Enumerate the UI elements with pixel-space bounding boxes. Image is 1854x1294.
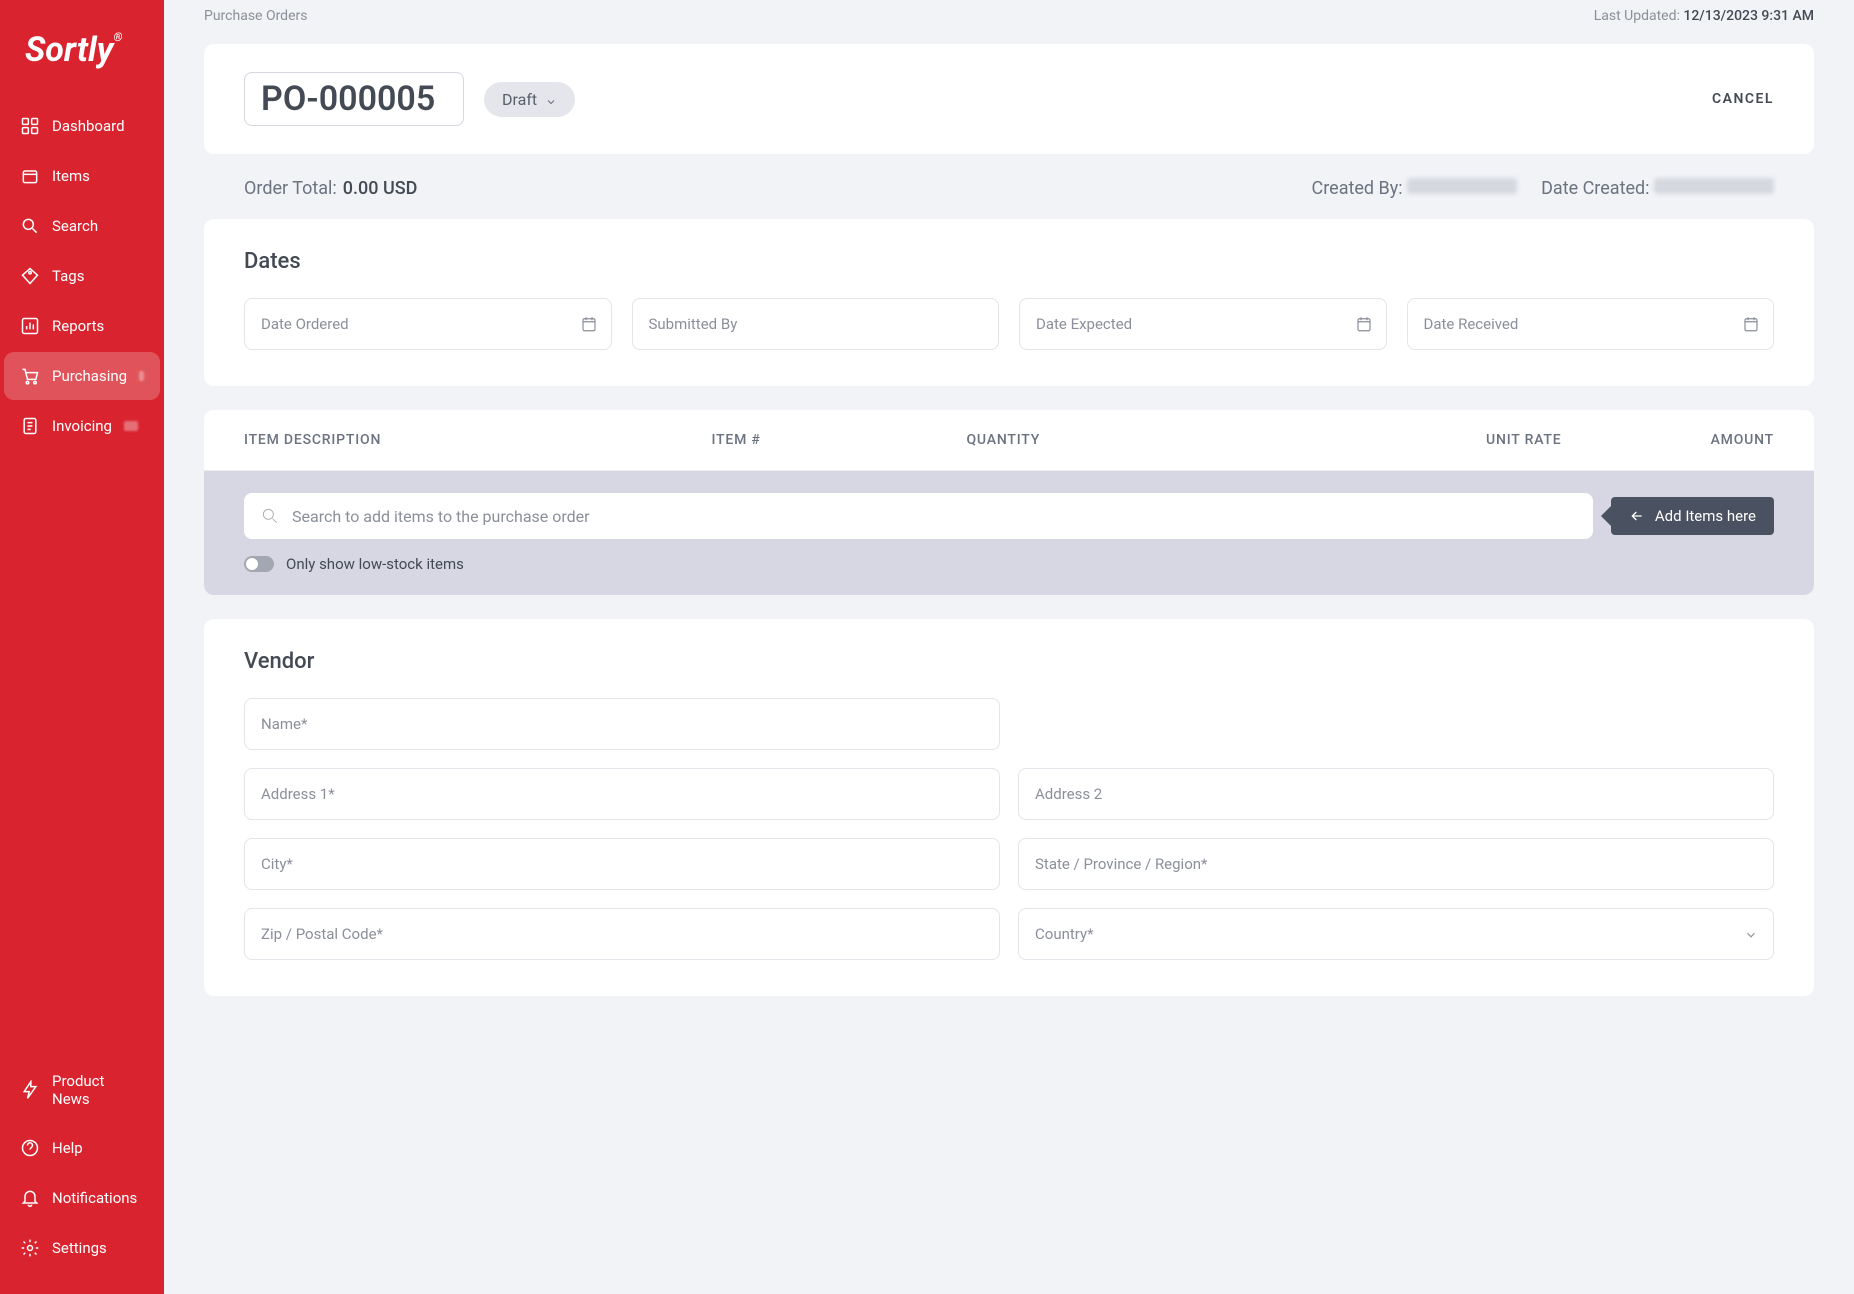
sidebar-item-label: Help (52, 1139, 83, 1157)
sidebar-item-notifications[interactable]: Notifications (4, 1174, 160, 1222)
cancel-button[interactable]: CANCEL (1712, 91, 1774, 107)
po-header-card: Draft CANCEL (204, 44, 1814, 154)
sidebar-item-label: Items (52, 167, 90, 185)
date-expected-input[interactable] (1019, 298, 1387, 350)
sidebar: Sortly® Dashboard Items Search Tags Repo… (0, 0, 164, 1294)
add-items-callout: Add Items here (1611, 497, 1774, 535)
submitted-by-input[interactable] (632, 298, 1000, 350)
dates-card: Dates (204, 219, 1814, 386)
col-unit-rate: UNIT RATE (1264, 432, 1562, 448)
main-content: Purchase Orders Last Updated: 12/13/2023… (164, 0, 1854, 1294)
sidebar-item-reports[interactable]: Reports (4, 302, 160, 350)
sidebar-item-label: Search (52, 217, 98, 235)
item-search-box[interactable] (244, 493, 1593, 539)
nav-primary: Dashboard Items Search Tags Reports Purc… (0, 100, 164, 1056)
nav-badge (139, 371, 144, 381)
vendor-city-input[interactable] (244, 838, 1000, 890)
breadcrumb[interactable]: Purchase Orders (204, 8, 307, 24)
sidebar-item-product-news[interactable]: Product News (4, 1058, 160, 1122)
sidebar-item-help[interactable]: Help (4, 1124, 160, 1172)
col-quantity: QUANTITY (966, 432, 1264, 448)
cart-icon (20, 366, 40, 386)
order-total-value: 0.00 USD (343, 178, 418, 199)
dates-title: Dates (244, 249, 1774, 274)
topbar: Purchase Orders Last Updated: 12/13/2023… (204, 0, 1814, 44)
sidebar-item-label: Purchasing (52, 367, 127, 385)
sidebar-item-label: Tags (52, 267, 84, 285)
low-stock-toggle[interactable] (244, 556, 274, 572)
sidebar-item-label: Invoicing (52, 417, 112, 435)
bar-chart-icon (20, 316, 40, 336)
sidebar-item-settings[interactable]: Settings (4, 1224, 160, 1272)
summary-row: Order Total: 0.00 USD Created By: Date C… (204, 178, 1814, 219)
order-total-label: Order Total: (244, 178, 337, 199)
sidebar-item-label: Settings (52, 1239, 107, 1257)
help-icon (20, 1138, 40, 1158)
vendor-state-input[interactable] (1018, 838, 1774, 890)
low-stock-label: Only show low-stock items (286, 555, 464, 573)
date-created: Date Created: (1541, 178, 1774, 199)
item-search-input[interactable] (292, 507, 1577, 526)
sidebar-item-search[interactable]: Search (4, 202, 160, 250)
col-amount: AMOUNT (1561, 432, 1774, 448)
sidebar-item-tags[interactable]: Tags (4, 252, 160, 300)
gear-icon (20, 1238, 40, 1258)
vendor-address1-input[interactable] (244, 768, 1000, 820)
items-table-header: ITEM DESCRIPTION ITEM # QUANTITY UNIT RA… (204, 410, 1814, 471)
sidebar-item-label: Dashboard (52, 117, 125, 135)
vendor-country-select[interactable] (1018, 908, 1774, 960)
chevron-down-icon (545, 93, 557, 105)
items-card: ITEM DESCRIPTION ITEM # QUANTITY UNIT RA… (204, 410, 1814, 595)
dashboard-icon (20, 116, 40, 136)
sidebar-item-items[interactable]: Items (4, 152, 160, 200)
bolt-icon (20, 1080, 40, 1100)
nav-secondary: Product News Help Notifications Settings (0, 1056, 164, 1294)
vendor-address2-input[interactable] (1018, 768, 1774, 820)
po-number-input[interactable] (244, 72, 464, 126)
search-icon (20, 216, 40, 236)
nav-badge (124, 421, 138, 431)
last-updated: Last Updated: 12/13/2023 9:31 AM (1594, 8, 1814, 24)
vendor-zip-input[interactable] (244, 908, 1000, 960)
sidebar-item-purchasing[interactable]: Purchasing (4, 352, 160, 400)
tag-icon (20, 266, 40, 286)
items-search-area: Add Items here Only show low-stock items (204, 471, 1814, 595)
sidebar-item-label: Reports (52, 317, 104, 335)
document-icon (20, 416, 40, 436)
vendor-title: Vendor (244, 649, 1774, 674)
search-icon (260, 506, 280, 526)
redacted-value (1654, 178, 1774, 194)
sidebar-item-dashboard[interactable]: Dashboard (4, 102, 160, 150)
status-dropdown[interactable]: Draft (484, 82, 575, 117)
box-icon (20, 166, 40, 186)
brand-logo: Sortly® (0, 20, 164, 100)
sidebar-item-label: Notifications (52, 1189, 137, 1207)
sidebar-item-label: Product News (52, 1072, 144, 1108)
created-by: Created By: (1312, 178, 1518, 199)
arrow-left-icon (1629, 508, 1645, 524)
redacted-value (1407, 178, 1517, 194)
date-ordered-input[interactable] (244, 298, 612, 350)
vendor-card: Vendor (204, 619, 1814, 996)
col-item-description: ITEM DESCRIPTION (244, 432, 711, 448)
sidebar-item-invoicing[interactable]: Invoicing (4, 402, 160, 450)
col-item-number: ITEM # (711, 432, 966, 448)
vendor-name-input[interactable] (244, 698, 1000, 750)
bell-icon (20, 1188, 40, 1208)
date-received-input[interactable] (1407, 298, 1775, 350)
